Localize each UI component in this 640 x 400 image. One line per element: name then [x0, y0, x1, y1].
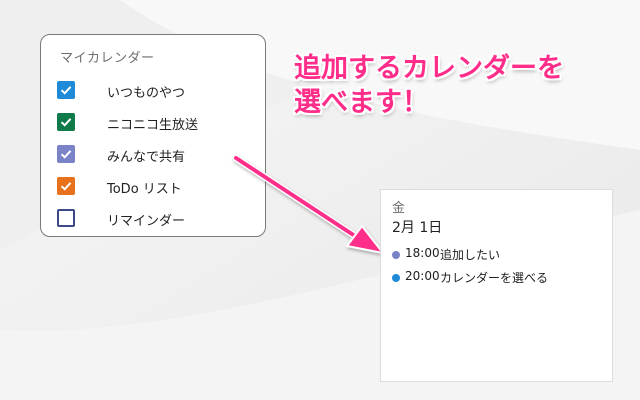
event-time: 18:00	[405, 246, 440, 260]
day-view-panel: 金 2月 1日 18:00 追加したい 20:00 カレンダーを選べる	[380, 189, 613, 382]
event-title: カレンダーを選べる	[440, 271, 549, 285]
event-time: 20:00	[405, 269, 440, 283]
event-item[interactable]: 20:00 カレンダーを選べる	[392, 268, 607, 286]
event-color-dot-icon	[392, 274, 400, 282]
day-date: 2月 1日	[392, 220, 443, 236]
event-color-dot-icon	[392, 251, 400, 259]
day-of-week: 金	[392, 201, 406, 216]
event-title: 追加したい	[440, 248, 501, 262]
day-view-divider	[380, 381, 613, 382]
event-item[interactable]: 18:00 追加したい	[392, 245, 607, 263]
